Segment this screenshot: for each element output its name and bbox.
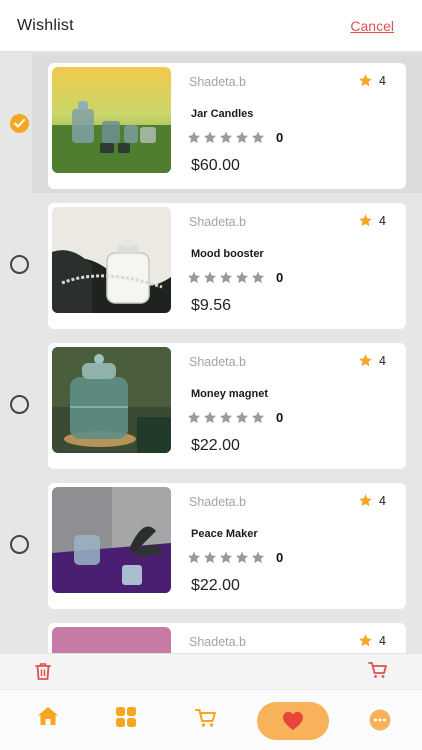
list-item: Shadeta.b 4 Money magnet 0 $22.00 <box>0 333 422 469</box>
star-rating-icons <box>187 131 265 143</box>
product-image <box>52 67 171 173</box>
trash-icon[interactable] <box>34 661 52 686</box>
item-checkbox-checked[interactable] <box>10 114 29 133</box>
star-rating: 0 <box>187 550 283 565</box>
product-card[interactable]: Shadeta.b 4 Peace Maker 0 $22.00 <box>48 483 406 609</box>
item-checkbox[interactable] <box>10 535 29 554</box>
wishlist-screen: Wishlist Cancel Shadeta.b 4 Jar Candles … <box>0 0 422 750</box>
item-checkbox[interactable] <box>10 255 29 274</box>
page-title: Wishlist <box>17 16 74 34</box>
product-name: Jar Candles <box>191 108 254 120</box>
more-icon[interactable] <box>369 709 391 736</box>
wishlist-heart-icon <box>283 711 303 731</box>
cancel-button[interactable]: Cancel <box>350 18 394 34</box>
list-item: Shadeta.b 4 <box>0 613 422 653</box>
list-item: Shadeta.b 4 Jar Candles 0 $60.00 <box>0 53 422 193</box>
product-image <box>52 207 171 313</box>
product-image <box>52 487 171 593</box>
rating-badge: 4 <box>358 213 386 228</box>
product-price: $9.56 <box>191 297 232 314</box>
rating-badge: 4 <box>358 633 386 648</box>
rating-value: 4 <box>379 493 386 508</box>
product-price: $22.00 <box>191 437 240 454</box>
rating-badge: 4 <box>358 493 386 508</box>
cart-icon[interactable] <box>368 661 388 684</box>
selection-action-bar <box>0 653 422 689</box>
product-card[interactable]: Shadeta.b 4 Money magnet 0 $22.00 <box>48 343 406 469</box>
product-name: Peace Maker <box>191 528 258 540</box>
cart-icon[interactable] <box>195 708 217 733</box>
rating-badge: 4 <box>358 73 386 88</box>
star-rating: 0 <box>187 130 283 145</box>
rating-badge: 4 <box>358 353 386 368</box>
review-count: 0 <box>276 550 284 565</box>
checkmark-icon <box>14 119 25 128</box>
product-card[interactable]: Shadeta.b 4 <box>48 623 406 653</box>
star-rating-icons <box>187 411 265 423</box>
rating-value: 4 <box>379 213 386 228</box>
review-count: 0 <box>276 130 284 145</box>
product-price: $22.00 <box>191 577 240 594</box>
brand-name: Shadeta.b <box>189 355 246 369</box>
brand-name: Shadeta.b <box>189 215 246 229</box>
review-count: 0 <box>276 270 284 285</box>
product-image <box>52 627 171 653</box>
star-icon <box>359 494 372 507</box>
star-icon <box>359 74 372 87</box>
rating-value: 4 <box>379 73 386 88</box>
home-icon[interactable] <box>37 706 59 731</box>
product-price: $60.00 <box>191 157 240 174</box>
star-rating: 0 <box>187 410 283 425</box>
product-card[interactable]: Shadeta.b 4 Mood booster 0 $9.56 <box>48 203 406 329</box>
categories-icon[interactable] <box>115 706 137 733</box>
review-count: 0 <box>276 410 284 425</box>
brand-name: Shadeta.b <box>189 495 246 509</box>
star-icon <box>359 634 372 647</box>
star-rating-icons <box>187 551 265 563</box>
rating-value: 4 <box>379 353 386 368</box>
header-bar: Wishlist Cancel <box>0 0 422 52</box>
bottom-tab-bar <box>0 689 422 750</box>
star-icon <box>359 354 372 367</box>
list-item: Shadeta.b 4 Mood booster 0 $9.56 <box>0 193 422 329</box>
rating-value: 4 <box>379 633 386 648</box>
star-icon <box>359 214 372 227</box>
product-card[interactable]: Shadeta.b 4 Jar Candles 0 $60.00 <box>48 63 406 189</box>
item-checkbox[interactable] <box>10 395 29 414</box>
product-image <box>52 347 171 453</box>
brand-name: Shadeta.b <box>189 75 246 89</box>
star-rating: 0 <box>187 270 283 285</box>
product-name: Money magnet <box>191 388 269 400</box>
list-item: Shadeta.b 4 Peace Maker 0 $22.00 <box>0 473 422 609</box>
star-rating-icons <box>187 271 265 283</box>
wishlist-list[interactable]: Shadeta.b 4 Jar Candles 0 $60.00 Shadeta… <box>0 53 422 653</box>
product-name: Mood booster <box>191 248 264 260</box>
brand-name: Shadeta.b <box>189 635 246 649</box>
wishlist-tab-active[interactable] <box>257 702 329 740</box>
